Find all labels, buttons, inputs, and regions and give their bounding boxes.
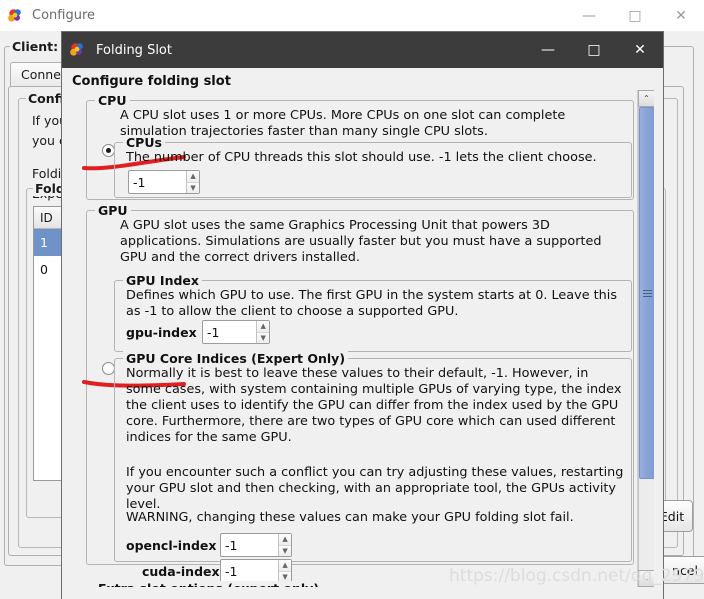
core-indices-paragraph-2: If you encounter such a conflict you can…: [126, 465, 624, 512]
maximize-button[interactable]: □: [612, 0, 658, 31]
dialog-title: Folding Slot: [96, 42, 172, 58]
dialog-maximize-button[interactable]: □: [571, 32, 617, 68]
gpu-index-spinner-buttons[interactable]: ▲ ▼: [256, 321, 269, 343]
core-indices-paragraph-1: Normally it is best to leave these value…: [126, 366, 622, 445]
spinner-up-icon[interactable]: ▲: [187, 171, 199, 183]
fah-logo-icon: [6, 7, 24, 25]
extra-slot-options-label: Extra slot options (expert only): [95, 581, 323, 587]
gpu-index-label: gpu-index: [126, 325, 197, 340]
scroll-up-button[interactable]: ⌃: [638, 90, 654, 107]
opencl-index-label: opencl-index: [126, 538, 217, 553]
cuda-spinner-buttons[interactable]: ▲ ▼: [278, 560, 291, 582]
column-header-id[interactable]: ID: [34, 207, 62, 228]
cpu-description: A CPU slot uses 1 or more CPUs. More CPU…: [120, 108, 566, 139]
spinner-down-icon[interactable]: ▼: [187, 182, 199, 193]
background-window-controls: — □ ✕: [566, 0, 704, 31]
cpus-spinner[interactable]: ▲ ▼: [128, 170, 200, 194]
dialog-scrollbar[interactable]: ⌃ ⌄: [637, 90, 654, 587]
gpu-index-description: Defines which GPU to use. The first GPU …: [126, 288, 617, 319]
cuda-index-spinner[interactable]: ▲ ▼: [220, 559, 292, 583]
background-window-title: Configure: [32, 8, 96, 23]
background-window-titlebar: Configure — □ ✕: [0, 0, 704, 31]
gpu-index-group-label: GPU Index: [123, 273, 202, 288]
config-line-3: Foldi: [32, 166, 62, 181]
cpus-description: The number of CPU threads this slot shou…: [126, 150, 597, 165]
client-group-label: Client: l: [10, 39, 69, 54]
spinner-up-icon[interactable]: ▲: [257, 321, 269, 333]
opencl-index-input[interactable]: [221, 534, 279, 556]
fah-logo-icon: [68, 41, 86, 59]
opencl-spinner-buttons[interactable]: ▲ ▼: [278, 534, 291, 556]
config-line-2: you c: [32, 133, 66, 148]
cuda-index-input[interactable]: [221, 560, 279, 582]
cpus-spinner-buttons[interactable]: ▲ ▼: [186, 171, 199, 193]
scrollbar-grip-icon: [643, 288, 652, 299]
dialog-titlebar: Folding Slot — □ ✕: [62, 32, 663, 68]
dialog-scroll-area: CPU A CPU slot uses 1 or more CPUs. More…: [72, 90, 654, 587]
folding-slot-dialog: Folding Slot — □ ✕ Configure folding slo…: [62, 32, 663, 599]
gpu-index-input[interactable]: [203, 321, 257, 343]
cuda-index-label: cuda-index: [142, 564, 220, 579]
close-button[interactable]: ✕: [658, 0, 704, 31]
gpu-description: A GPU slot uses the same Graphics Proces…: [120, 218, 602, 265]
spinner-down-icon[interactable]: ▼: [279, 545, 291, 556]
gpu-core-indices-group-label: GPU Core Indices (Expert Only): [123, 351, 349, 366]
cpus-input[interactable]: [129, 171, 187, 193]
dialog-minimize-button[interactable]: —: [525, 32, 571, 68]
minimize-button[interactable]: —: [566, 0, 612, 31]
dialog-window-controls: — □ ✕: [525, 32, 663, 68]
watermark-text: https://blog.csdn.net/qq_29791013: [449, 566, 704, 586]
scrollbar-thumb[interactable]: [639, 107, 654, 479]
core-indices-warning: WARNING, changing these values can make …: [126, 510, 574, 525]
dialog-heading: Configure folding slot: [72, 74, 231, 89]
cpus-group-label: CPUs: [123, 135, 165, 150]
cpu-group-label: CPU: [95, 93, 130, 108]
gpu-index-spinner[interactable]: ▲ ▼: [202, 320, 270, 344]
spinner-up-icon[interactable]: ▲: [279, 534, 291, 546]
screen: Configure — □ ✕ Client: l Connec Config …: [0, 0, 704, 599]
dialog-close-button[interactable]: ✕: [617, 32, 663, 68]
scrollbar-track[interactable]: [638, 107, 654, 570]
opencl-index-spinner[interactable]: ▲ ▼: [220, 533, 292, 557]
spinner-down-icon[interactable]: ▼: [257, 332, 269, 343]
spinner-up-icon[interactable]: ▲: [279, 560, 291, 572]
gpu-group-label: GPU: [95, 203, 131, 218]
